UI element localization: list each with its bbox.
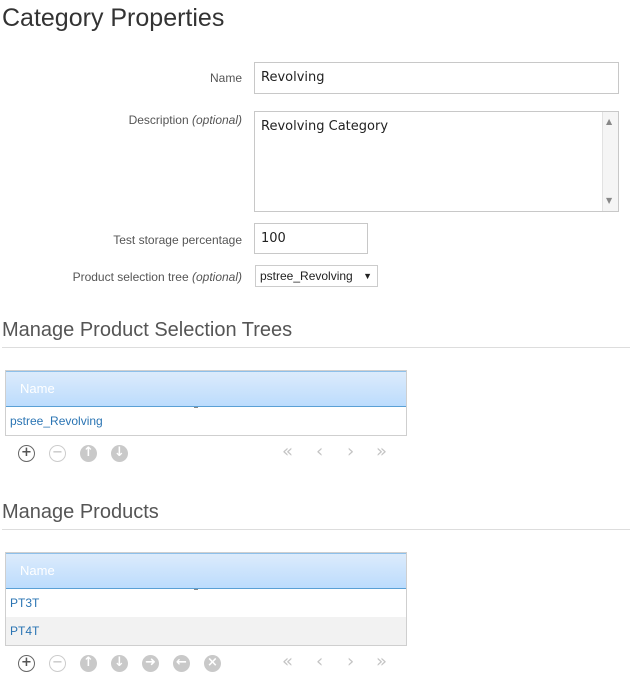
table-row[interactable]: PT3T xyxy=(6,589,406,617)
table-row[interactable]: PT4T xyxy=(6,617,406,645)
products-column-name[interactable]: Name xyxy=(20,563,55,578)
storage-label: Test storage percentage xyxy=(113,233,242,247)
right-icon[interactable]: › xyxy=(347,651,354,672)
storage-percentage-input[interactable]: 100 xyxy=(254,223,368,254)
left-icon[interactable]: ‹ xyxy=(316,441,323,462)
forward-circle-icon[interactable]: ➜ xyxy=(142,655,159,672)
arrow-up-circle-icon[interactable]: ↑ xyxy=(80,445,97,462)
double-right-icon[interactable]: » xyxy=(376,441,387,462)
arrow-up-circle-icon[interactable]: ↑ xyxy=(80,655,97,672)
description-textarea[interactable]: Revolving Category ▲ ▼ xyxy=(254,111,619,212)
double-left-icon[interactable]: « xyxy=(282,441,293,462)
trees-grid: Name pstree_Revolving xyxy=(5,370,407,436)
products-divider xyxy=(2,529,630,530)
trees-divider xyxy=(2,347,630,348)
x-circle-icon[interactable]: × xyxy=(204,655,221,672)
double-right-icon[interactable]: » xyxy=(376,651,387,672)
trees-grid-header[interactable]: Name xyxy=(6,371,406,408)
tree-label: Product selection tree (optional) xyxy=(73,270,242,284)
description-label: Description (optional) xyxy=(129,113,242,127)
products-grid-header[interactable]: Name xyxy=(6,553,406,590)
plus-circle-icon[interactable]: + xyxy=(18,655,35,672)
right-icon[interactable]: › xyxy=(347,441,354,462)
page-title: Category Properties xyxy=(2,4,225,32)
trees-section-title: Manage Product Selection Trees xyxy=(2,319,293,341)
tree-optional: (optional) xyxy=(191,270,242,284)
products-grid: Name PT3T PT4T xyxy=(5,552,407,646)
tree-select[interactable]: pstree_Revolving ▼ xyxy=(255,265,378,287)
column-resize-handle[interactable] xyxy=(194,589,198,590)
double-left-icon[interactable]: « xyxy=(282,651,293,672)
tree-label-text: Product selection tree xyxy=(72,270,189,284)
name-label: Name xyxy=(209,71,242,85)
description-optional: (optional) xyxy=(191,113,242,127)
tree-select-value: pstree_Revolving xyxy=(260,269,353,283)
scroll-up-icon[interactable]: ▲ xyxy=(606,114,612,130)
plus-circle-icon[interactable]: + xyxy=(18,445,35,462)
back-circle-icon[interactable]: ← xyxy=(173,655,190,672)
arrow-down-circle-icon[interactable]: ↓ xyxy=(111,655,128,672)
scroll-down-icon[interactable]: ▼ xyxy=(606,193,612,209)
name-input[interactable]: Revolving xyxy=(254,62,619,94)
products-toolbar: + − ↑ ↓ ➜ ← × « ‹ › » xyxy=(18,651,618,673)
chevron-down-icon: ▼ xyxy=(363,271,372,281)
arrow-down-circle-icon[interactable]: ↓ xyxy=(111,445,128,462)
description-scrollbar[interactable]: ▲ ▼ xyxy=(602,112,618,211)
trees-column-name[interactable]: Name xyxy=(20,381,55,396)
products-section-title: Manage Products xyxy=(2,501,159,523)
description-text: Revolving Category xyxy=(261,119,389,134)
description-label-text: Description xyxy=(128,113,189,127)
trees-toolbar: + − ↑ ↓ « ‹ › » xyxy=(18,441,618,463)
minus-circle-icon[interactable]: − xyxy=(49,445,66,462)
left-icon[interactable]: ‹ xyxy=(316,651,323,672)
minus-circle-icon[interactable]: − xyxy=(49,655,66,672)
column-resize-handle[interactable] xyxy=(194,407,198,408)
table-row[interactable]: pstree_Revolving xyxy=(6,407,406,435)
